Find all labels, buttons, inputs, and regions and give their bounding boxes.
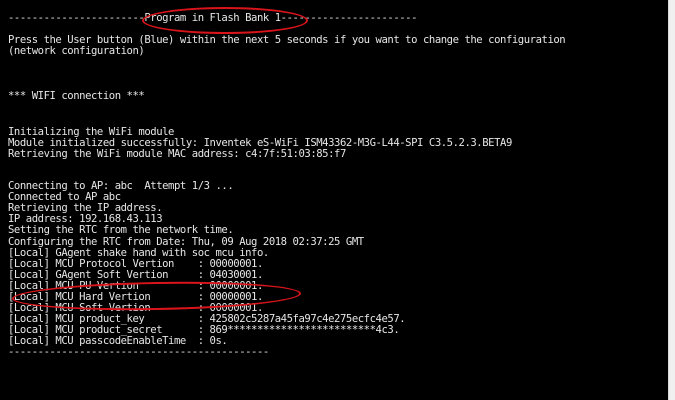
terminal-line: ----------------------------------------… bbox=[8, 346, 269, 358]
terminal-line: Setting the RTC from the network time. bbox=[8, 224, 234, 236]
vertical-scrollbar[interactable] bbox=[668, 0, 675, 400]
terminal-line-section-title: *** WIFI connection *** bbox=[8, 90, 145, 102]
terminal-line: Retrieving the WiFi module MAC address: … bbox=[8, 148, 346, 160]
terminal-line: (network configuration) bbox=[8, 45, 145, 57]
terminal-window[interactable]: -----------------------Program in Flash … bbox=[0, 0, 668, 400]
terminal-line-banner: -----------------------Program in Flash … bbox=[8, 12, 418, 24]
